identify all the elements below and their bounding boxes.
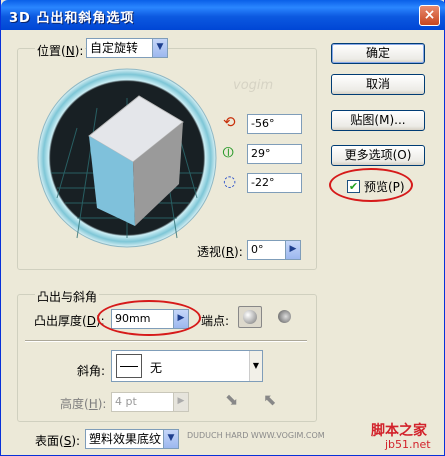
bevel-out-icon: ⬊ [225,390,239,409]
chevron-down-icon[interactable]: ▼ [163,430,178,448]
bevel-in-icon: ⬉ [263,390,277,409]
chevron-down-icon[interactable]: ▼ [249,351,262,381]
position-dropdown[interactable]: 自定旋转 ▼ [86,38,168,58]
map-button[interactable]: 贴图(M)... [331,110,425,131]
perspective-input[interactable]: 0° ▶ [247,240,301,260]
chevron-right-icon[interactable]: ▶ [173,393,188,411]
perspective-label: 透视(R): [197,245,243,259]
chevron-down-icon[interactable]: ▼ [152,39,167,57]
height-value: 4 pt [115,395,137,408]
rotate-y-input[interactable]: 29° [247,144,302,164]
divider [25,340,307,342]
rotate-z-input[interactable]: -22° [247,173,302,193]
cap-on-button[interactable] [238,306,262,328]
highlight-ellipse-depth [97,300,201,336]
cap-off-button[interactable] [273,306,297,328]
cap-on-icon [243,310,257,324]
more-options-button[interactable]: 更多选项(O) [331,145,425,166]
cancel-button[interactable]: 取消 [331,74,425,95]
surface-dropdown[interactable]: 塑料效果底纹 ▼ [85,429,179,449]
bevel-value: 无 [150,361,163,375]
bevel-preview-icon [116,354,142,378]
watermark-bottom: DUDUCH HARD WWW.VOGIM.COM [187,431,325,440]
height-label: 高度(H): [60,397,107,411]
perspective-value: 0° [251,243,264,256]
surface-label: 表面(S): [35,434,81,448]
watermark-site-url: jb51.net [385,438,431,451]
rotate-z-icon: ◌ [223,172,237,190]
position-label: 位置(N): [35,42,86,59]
rotate-y-icon: ⦶ [223,143,234,161]
watermark-site: 脚本之家 [371,423,427,439]
close-button[interactable]: × [419,5,440,26]
title-bar[interactable]: 3D 凸出和斜角选项 × [1,0,445,30]
highlight-ellipse-preview [329,168,413,202]
bevel-label: 斜角: [77,364,106,378]
chevron-right-icon[interactable]: ▶ [285,241,300,259]
position-dropdown-value: 自定旋转 [90,41,139,55]
cap-off-icon [278,310,291,323]
rotate-x-input[interactable]: -56° [247,114,302,134]
rotation-trackball[interactable] [37,68,217,248]
watermark-vogim: vogim [233,78,274,93]
dialog-window: 3D 凸出和斜角选项 × 位置(N): 自定旋转 ▼ vogim ⟲ -56° … [0,0,445,456]
window-title: 3D 凸出和斜角选项 [9,11,135,26]
bevel-dropdown[interactable]: 无 ▼ [111,350,263,382]
cap-label: 端点: [201,314,230,328]
extrude-section-title: 凸出与斜角 [35,288,100,305]
ok-button[interactable]: 确定 [331,43,425,64]
depth-label: 凸出厚度(D): [34,314,105,328]
height-input[interactable]: 4 pt ▶ [111,392,189,412]
surface-value: 塑料效果底纹 [89,432,162,446]
rotate-x-icon: ⟲ [223,113,236,131]
